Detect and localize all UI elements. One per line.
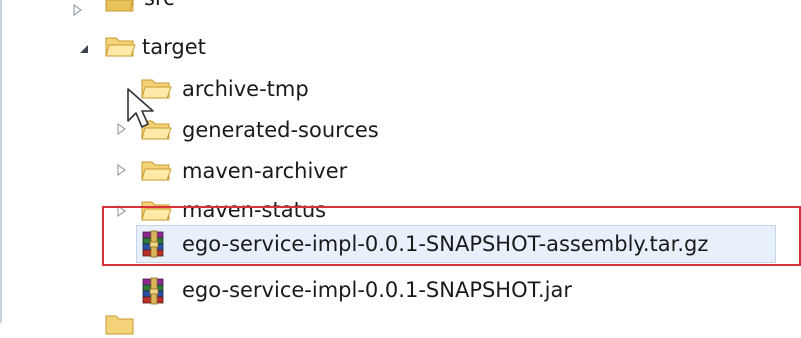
- panel-left-border: [0, 0, 2, 323]
- expand-arrow-icon[interactable]: [72, 4, 84, 16]
- folder-icon: [141, 161, 172, 181]
- highlight-annotation-box: [102, 206, 801, 266]
- tree-item-label: maven-archiver: [182, 159, 348, 183]
- folder-icon: [105, 315, 134, 335]
- expand-arrow-icon[interactable]: [116, 164, 128, 176]
- tree-item-label: src: [144, 0, 175, 12]
- mouse-cursor-icon: [127, 88, 154, 128]
- tree-item-label: target: [142, 35, 206, 59]
- tree-item-label: ego-service-impl-0.0.1-SNAPSHOT.jar: [182, 278, 572, 302]
- collapse-arrow-icon[interactable]: [78, 43, 90, 55]
- tree-item-label: generated-sources: [182, 118, 379, 142]
- tree-item-label: archive-tmp: [182, 77, 309, 101]
- folder-icon: [105, 0, 134, 12]
- winrar-archive-icon: [142, 277, 164, 305]
- folder-icon: [105, 37, 136, 57]
